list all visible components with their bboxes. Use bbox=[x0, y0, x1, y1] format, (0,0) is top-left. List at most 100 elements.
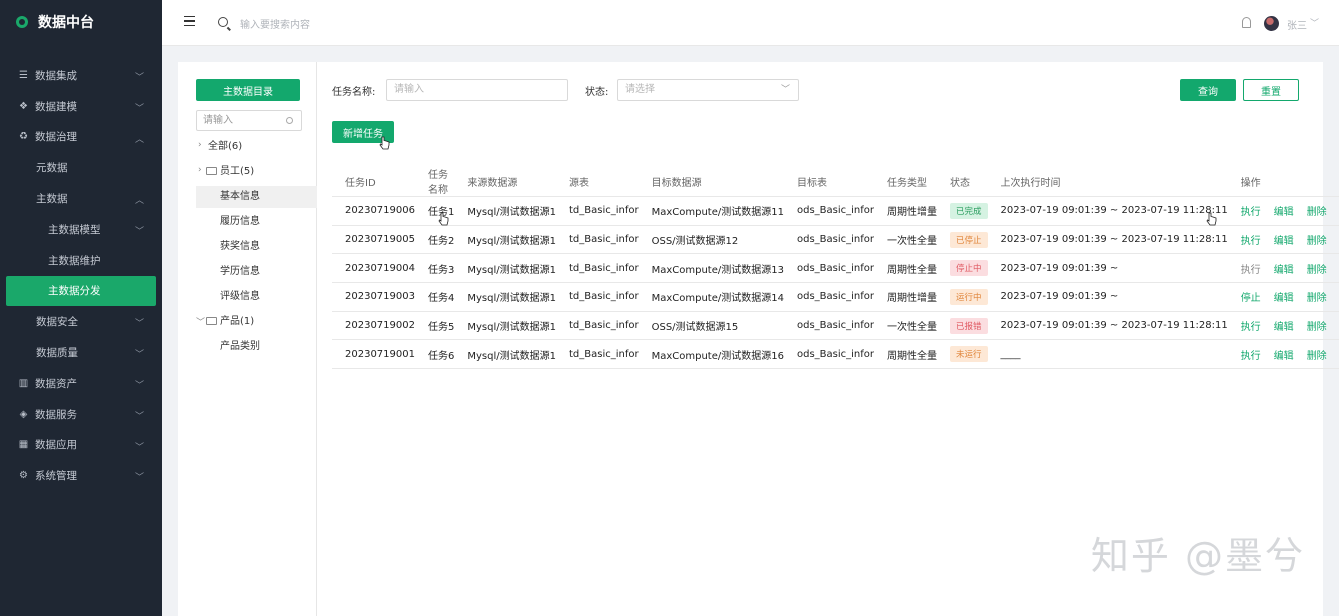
target-datasource-cell: OSS/测试数据源12 bbox=[638, 225, 784, 255]
sidebar-item-data-governance[interactable]: ♻ 数据治理 ︿ bbox=[0, 122, 162, 153]
chevron-right-icon[interactable]: › bbox=[198, 140, 202, 150]
chevron-right-icon[interactable]: › bbox=[198, 165, 202, 175]
pointer-cursor-icon bbox=[1206, 212, 1217, 226]
task-name-link[interactable]: 任务2 bbox=[415, 225, 455, 255]
task-name-link[interactable]: 任务6 bbox=[415, 339, 455, 370]
sidebar-item-master-data-maintenance[interactable]: 主数据维护 bbox=[0, 245, 162, 276]
master-data-catalog-button[interactable]: 主数据目录 bbox=[196, 79, 300, 101]
sidebar-item-metadata[interactable]: 元数据 bbox=[0, 152, 162, 183]
sidebar-item-master-data-distribution[interactable]: 主数据分发 bbox=[6, 275, 156, 307]
menu-toggle-icon[interactable] bbox=[184, 16, 195, 26]
sidebar-item-data-application[interactable]: ▦ 数据应用 ﹀ bbox=[0, 430, 162, 461]
task-type-cell: 一次性全量 bbox=[874, 311, 938, 341]
sidebar-item-label: 数据建模 bbox=[35, 100, 77, 113]
tree-node-resume-info[interactable]: 履历信息 bbox=[220, 211, 260, 233]
task-id-cell: 20230719002 bbox=[332, 311, 415, 341]
sidebar-item-data-quality[interactable]: 数据质量 ﹀ bbox=[0, 337, 162, 368]
tree-node-rating-info[interactable]: 评级信息 bbox=[220, 286, 260, 308]
folder-icon bbox=[206, 167, 217, 175]
task-name-input[interactable]: 请输入 bbox=[386, 79, 568, 101]
chevron-down-icon: ﹀ bbox=[134, 103, 144, 114]
task-name-link[interactable]: 任务4 bbox=[415, 282, 455, 312]
edit-link[interactable]: 编辑 bbox=[1274, 318, 1294, 333]
edit-link[interactable]: 编辑 bbox=[1274, 203, 1294, 218]
column-header: 状态 bbox=[937, 166, 988, 197]
run-stop-link[interactable]: 执行 bbox=[1241, 347, 1261, 362]
delete-link[interactable]: 删除 bbox=[1307, 203, 1327, 218]
global-search-input[interactable]: 输入要搜索内容 bbox=[240, 16, 310, 31]
sidebar-item-data-assets[interactable]: ▥ 数据资产 ﹀ bbox=[0, 368, 162, 399]
sidebar-item-label: 系统管理 bbox=[35, 470, 77, 483]
tree-node-employee[interactable]: 员工(5) bbox=[206, 161, 254, 183]
edit-link[interactable]: 编辑 bbox=[1274, 347, 1294, 362]
edit-link[interactable]: 编辑 bbox=[1274, 232, 1294, 247]
column-header: 目标数据源 bbox=[638, 166, 784, 197]
delete-link[interactable]: 删除 bbox=[1307, 289, 1327, 304]
sidebar-item-master-data[interactable]: 主数据 ︿ bbox=[0, 183, 162, 214]
sidebar-item-data-service[interactable]: ◈ 数据服务 ﹀ bbox=[0, 399, 162, 430]
edit-link[interactable]: 编辑 bbox=[1274, 289, 1294, 304]
last-run-cell: 2023-07-19 09:01:39 ~ bbox=[987, 282, 1228, 312]
avatar[interactable] bbox=[1264, 16, 1279, 31]
reset-button[interactable]: 重置 bbox=[1243, 79, 1299, 101]
run-stop-link[interactable]: 执行 bbox=[1241, 232, 1261, 247]
target-table-cell: ods_Basic_infor bbox=[783, 196, 875, 226]
sidebar-item-system-management[interactable]: ⚙ 系统管理 ﹀ bbox=[0, 460, 162, 491]
tree-node-product[interactable]: 产品(1) bbox=[206, 311, 254, 333]
last-run-cell: ____ bbox=[987, 339, 1228, 370]
query-button[interactable]: 查询 bbox=[1180, 79, 1236, 101]
status-cell: 停止中 bbox=[937, 253, 988, 284]
delete-link[interactable]: 删除 bbox=[1307, 232, 1327, 247]
task-name-link[interactable]: 任务5 bbox=[415, 311, 455, 341]
username[interactable]: 张三 bbox=[1287, 17, 1307, 32]
search-icon[interactable] bbox=[218, 17, 228, 27]
run-stop-link[interactable]: 执行 bbox=[1241, 203, 1261, 218]
barcode-icon: ▥ bbox=[18, 377, 29, 389]
sidebar-item-data-modeling[interactable]: ❖ 数据建模 ﹀ bbox=[0, 91, 162, 122]
sidebar-item-master-data-model[interactable]: 主数据模型 ﹀ bbox=[0, 214, 162, 245]
box-icon: ◈ bbox=[19, 408, 28, 420]
sidebar-item-label: 元数据 bbox=[36, 162, 68, 175]
bell-icon[interactable] bbox=[1242, 17, 1251, 28]
task-name-label: 任务名称: bbox=[332, 87, 376, 98]
column-header: 目标表 bbox=[783, 166, 875, 197]
table-row: 20230719003 任务4 Mysql/测试数据源1 td_Basic_infor… bbox=[332, 282, 1339, 312]
tree-node-education-info[interactable]: 学历信息 bbox=[220, 261, 260, 283]
run-stop-link[interactable]: 执行 bbox=[1241, 318, 1261, 333]
search-icon[interactable] bbox=[286, 117, 293, 124]
delete-link[interactable]: 删除 bbox=[1307, 347, 1327, 362]
sidebar-item-data-security[interactable]: 数据安全 ﹀ bbox=[0, 306, 162, 337]
tree-search-input[interactable]: 请输入 bbox=[196, 110, 302, 131]
run-stop-link[interactable]: 执行 bbox=[1241, 261, 1261, 276]
chevron-up-icon: ︿ bbox=[134, 196, 144, 207]
tree-node-product-category[interactable]: 产品类别 bbox=[220, 336, 260, 358]
column-header: 源表 bbox=[556, 166, 639, 197]
source-datasource-cell: Mysql/测试数据源1 bbox=[454, 339, 556, 370]
task-type-cell: 周期性增量 bbox=[874, 282, 938, 312]
status-badge: 已停止 bbox=[950, 231, 988, 248]
chevron-down-icon[interactable]: ﹀ bbox=[196, 315, 205, 328]
operations-cell: 执行编辑删除日志 bbox=[1227, 225, 1339, 255]
delete-link[interactable]: 删除 bbox=[1307, 261, 1327, 276]
tree-node-basic-info[interactable]: 基本信息 bbox=[196, 186, 317, 208]
sidebar-item-label: 数据安全 bbox=[36, 316, 78, 329]
table-row: 20230719004 任务3 Mysql/测试数据源1 td_Basic_infor… bbox=[332, 253, 1339, 284]
tree-node-all[interactable]: 全部(6) bbox=[208, 136, 242, 158]
edit-link[interactable]: 编辑 bbox=[1274, 261, 1294, 276]
status-select[interactable]: 请选择 ﹀ bbox=[617, 79, 799, 101]
task-name-link[interactable]: 任务3 bbox=[415, 253, 455, 284]
delete-link[interactable]: 删除 bbox=[1307, 318, 1327, 333]
table-row: 20230719001 任务6 Mysql/测试数据源1 td_Basic_infor… bbox=[332, 339, 1339, 370]
source-table-cell: td_Basic_infor bbox=[556, 282, 639, 312]
logo[interactable]: 数据中台 bbox=[0, 0, 162, 44]
last-run-cell: 2023-07-19 09:01:39 ~ bbox=[987, 253, 1228, 284]
folder-icon bbox=[206, 317, 217, 325]
sidebar-item-data-integration[interactable]: ☰ 数据集成 ﹀ bbox=[0, 60, 162, 91]
status-cell: 未运行 bbox=[937, 339, 988, 370]
chevron-down-icon: ﹀ bbox=[134, 411, 144, 422]
top-bar: 输入要搜索内容 张三 ﹀ bbox=[162, 0, 1339, 46]
run-stop-link[interactable]: 停止 bbox=[1241, 289, 1261, 304]
chevron-down-icon[interactable]: ﹀ bbox=[1310, 16, 1319, 29]
column-header: 操作 bbox=[1227, 166, 1339, 197]
tree-node-award-info[interactable]: 获奖信息 bbox=[220, 236, 260, 258]
